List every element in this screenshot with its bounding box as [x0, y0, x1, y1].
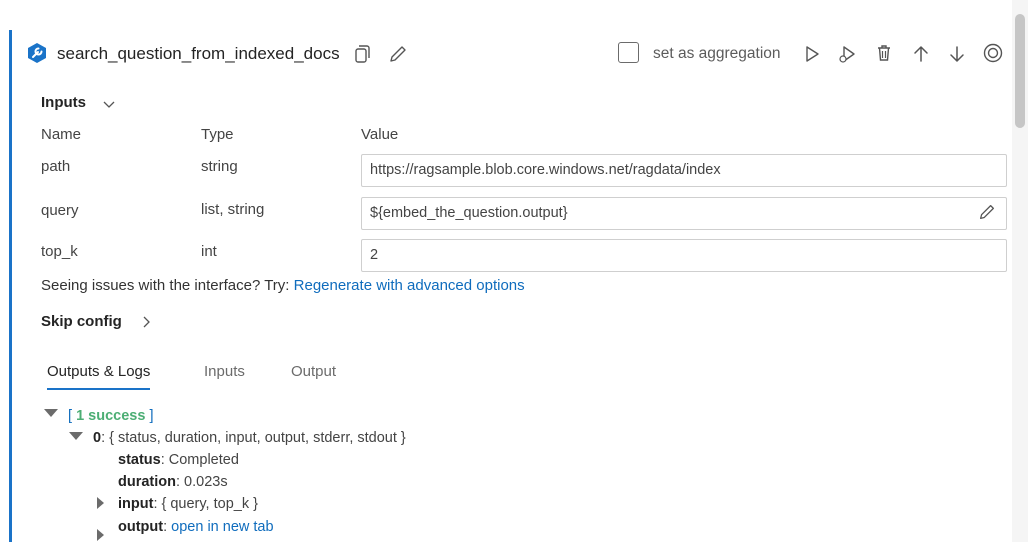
duration-value: : 0.023s [176, 474, 228, 490]
chevron-right-icon[interactable] [142, 315, 152, 333]
issues-prefix: Seeing issues with the interface? Try: [41, 277, 294, 294]
node-title: search_question_from_indexed_docs [57, 44, 340, 63]
scrollbar[interactable] [1012, 0, 1028, 542]
tree-item-0: 0: { status, duration, input, output, st… [93, 430, 406, 446]
input-name-path: path [41, 158, 71, 175]
input-type-query: list, string [201, 201, 265, 218]
duration-key: duration [118, 474, 176, 490]
query-input[interactable]: ${embed_the_question.output} [361, 197, 1007, 230]
expand-output-icon[interactable] [97, 529, 104, 541]
input-type-path: string [201, 158, 238, 175]
success-count: 1 success [76, 408, 146, 424]
header-type: Type [201, 126, 234, 143]
collapse-item-icon[interactable] [69, 432, 83, 440]
input-key: input [118, 496, 154, 512]
target-icon[interactable] [982, 42, 1004, 64]
output-sep: : [163, 519, 172, 535]
skip-config-label[interactable]: Skip config [41, 313, 122, 330]
status-row: status: Completed [118, 452, 239, 468]
input-row: input: { query, top_k } [118, 496, 258, 512]
item-summary: : { status, duration, input, output, std… [101, 430, 406, 446]
top-k-input[interactable]: 2 [361, 239, 1007, 272]
tab-inputs[interactable]: Inputs [204, 363, 245, 388]
edit-query-icon[interactable] [977, 202, 997, 226]
scroll-thumb[interactable] [1015, 14, 1025, 128]
delete-icon[interactable] [873, 42, 895, 64]
tree-root: [ 1 success ] [68, 408, 153, 424]
input-name-top-k: top_k [41, 243, 78, 260]
move-up-icon[interactable] [910, 43, 932, 65]
move-down-icon[interactable] [946, 43, 968, 65]
tab-outputs-logs[interactable]: Outputs & Logs [47, 363, 151, 390]
aggregation-checkbox[interactable] [618, 42, 639, 63]
input-type-top-k: int [201, 243, 217, 260]
edit-icon[interactable] [387, 43, 409, 65]
header-name: Name [41, 126, 82, 143]
input-name-query: query [41, 202, 79, 219]
run-icon[interactable] [801, 43, 823, 65]
collapse-root-icon[interactable] [44, 409, 58, 417]
chevron-down-icon[interactable] [102, 97, 116, 114]
output-key: output [118, 519, 164, 535]
status-value: : Completed [160, 452, 239, 468]
close-bracket: ] [149, 408, 154, 424]
inputs-section-label[interactable]: Inputs [41, 94, 86, 111]
node-accent-bar [9, 30, 12, 542]
tab-output[interactable]: Output [291, 363, 336, 388]
header-value: Value [361, 126, 399, 143]
item-index: 0 [93, 430, 102, 446]
open-in-new-tab-link[interactable]: open in new tab [171, 519, 273, 535]
open-bracket: [ [68, 408, 73, 424]
path-input[interactable]: https://ragsample.blob.core.windows.net/… [361, 154, 1007, 187]
wrench-icon [26, 42, 48, 64]
expand-input-icon[interactable] [97, 497, 104, 509]
duration-row: duration: 0.023s [118, 474, 228, 490]
issues-text: Seeing issues with the interface? Try: R… [41, 277, 525, 294]
copy-icon[interactable] [350, 43, 372, 65]
output-row: output: open in new tab [118, 519, 274, 535]
regenerate-link[interactable]: Regenerate with advanced options [294, 277, 525, 294]
status-key: status [118, 452, 161, 468]
aggregation-label: set as aggregation [653, 45, 781, 62]
input-value: : { query, top_k } [153, 496, 258, 512]
query-input-value: ${embed_the_question.output} [370, 205, 568, 221]
debug-icon[interactable] [836, 43, 858, 65]
